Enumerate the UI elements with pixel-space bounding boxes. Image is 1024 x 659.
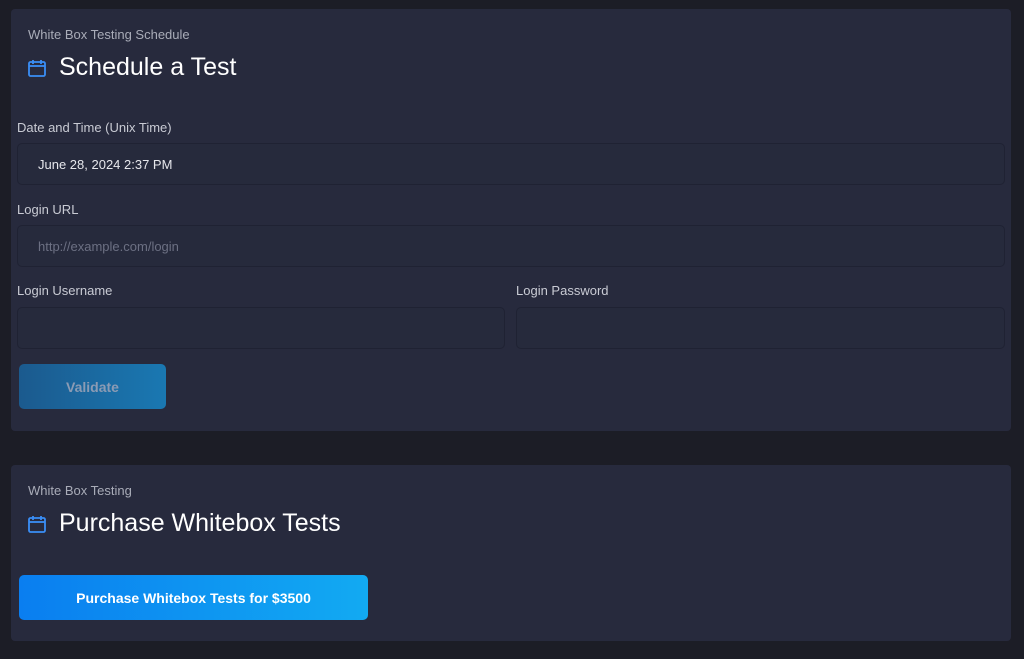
purchase-eyebrow: White Box Testing [28, 483, 132, 498]
calendar-icon [27, 58, 47, 78]
schedule-card: White Box Testing Schedule Schedule a Te… [11, 9, 1011, 431]
login-password-input[interactable] [516, 307, 1005, 349]
purchase-title-row: Purchase Whitebox Tests [27, 509, 341, 538]
schedule-title: Schedule a Test [59, 53, 237, 81]
datetime-input[interactable] [17, 143, 1005, 185]
login-username-label: Login Username [17, 283, 113, 298]
login-username-input[interactable] [17, 307, 505, 349]
schedule-eyebrow: White Box Testing Schedule [28, 27, 190, 42]
validate-button[interactable]: Validate [19, 364, 166, 409]
calendar-icon [27, 514, 47, 534]
login-url-label: Login URL [17, 202, 79, 217]
login-password-label: Login Password [516, 283, 609, 298]
datetime-label: Date and Time (Unix Time) [17, 120, 172, 135]
login-url-input[interactable] [17, 225, 1005, 267]
purchase-title: Purchase Whitebox Tests [59, 509, 341, 537]
schedule-title-row: Schedule a Test [27, 53, 236, 82]
purchase-card: White Box Testing Purchase Whitebox Test… [11, 465, 1011, 641]
purchase-button[interactable]: Purchase Whitebox Tests for $3500 [19, 575, 368, 620]
